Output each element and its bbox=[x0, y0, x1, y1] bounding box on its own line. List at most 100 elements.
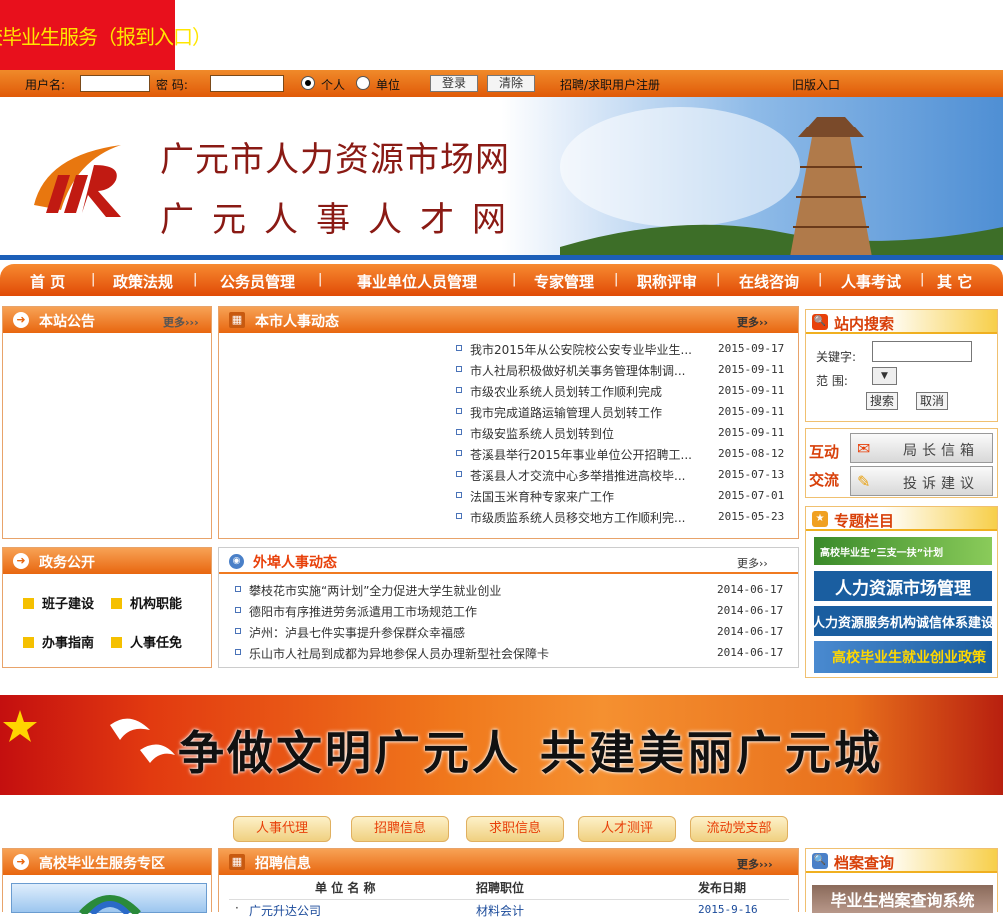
archive-panel: 🔍 档案查询 毕业生档案查询系统 bbox=[805, 848, 998, 913]
gov-item-label: 人事任免 bbox=[130, 636, 183, 651]
nav-title-review[interactable]: 职称评审 bbox=[637, 271, 697, 292]
jobs-more-link[interactable]: 更多››› bbox=[737, 856, 773, 872]
search-icon: 🔍 bbox=[812, 314, 828, 330]
register-link[interactable]: 招聘/求职用户注册 bbox=[560, 76, 660, 93]
gov-affairs-title: 政务公开 bbox=[39, 555, 95, 571]
local-news-date: 2015-09-11 bbox=[718, 384, 785, 397]
outside-news-panel: ◉ 外埠人事动态 更多›› 攀枝花市实施“两计划”全力促进大学生就业创业 2014… bbox=[218, 547, 799, 668]
local-news-title[interactable]: 法国玉米育种专家来广工作 bbox=[470, 488, 614, 505]
login-bar: 用户名: 密 码: 个人 单位 登录 清除 招聘/求职用户注册 旧版入口 bbox=[0, 70, 1003, 97]
nav-exam[interactable]: 人事考试 bbox=[841, 271, 901, 292]
cancel-button[interactable]: 取消 bbox=[916, 392, 948, 410]
outside-news-item[interactable]: 德阳市有序推进劳务派遣用工市场规范工作 2014-06-17 bbox=[235, 601, 797, 621]
circle-logo-icon bbox=[79, 895, 141, 917]
login-button[interactable]: 登录 bbox=[430, 75, 478, 92]
gov-item-team[interactable]: 班子建设 bbox=[23, 593, 94, 612]
local-news-item[interactable]: 苍溪县举行2015年事业单位公开招聘工... 2015-08-12 bbox=[456, 444, 798, 464]
archive-title: 档案查询 bbox=[834, 854, 895, 872]
outside-news-title[interactable]: 泸州：泸县七件实事提升参保群众幸福感 bbox=[249, 624, 465, 641]
gov-item-guide[interactable]: 办事指南 bbox=[23, 632, 94, 651]
range-select[interactable]: ▼ bbox=[872, 367, 897, 385]
tab-hr-agency[interactable]: 人事代理 bbox=[233, 816, 331, 842]
globe-icon: ◉ bbox=[229, 554, 244, 569]
notice-more-link[interactable]: 更多››› bbox=[163, 314, 199, 330]
local-news-title[interactable]: 市人社局积极做好机关事务管理体制调... bbox=[470, 362, 685, 379]
arrow-icon: ➜ bbox=[13, 312, 29, 328]
graduate-service-entry-banner[interactable]: 高校毕业生服务（报到入口） bbox=[0, 0, 212, 70]
table-divider bbox=[229, 899, 789, 900]
local-news-title[interactable]: 市级质监系统人员移交地方工作顺利完... bbox=[470, 509, 685, 526]
local-news-item[interactable]: 市级质监系统人员移交地方工作顺利完... 2015-05-23 bbox=[456, 507, 798, 527]
envelope-icon: ✉ bbox=[857, 439, 871, 458]
square-bullet-icon bbox=[456, 450, 462, 456]
local-news-more-link[interactable]: 更多›› bbox=[737, 314, 768, 330]
nav-separator: | bbox=[920, 272, 925, 287]
password-input[interactable] bbox=[210, 75, 284, 92]
job-unit-link[interactable]: 广元升达公司 bbox=[249, 902, 321, 919]
topic-employment-policy[interactable]: 高校毕业生就业创业政策 bbox=[814, 641, 992, 673]
old-version-link[interactable]: 旧版入口 bbox=[792, 76, 840, 93]
outside-news-item[interactable]: 泸州：泸县七件实事提升参保群众幸福感 2014-06-17 bbox=[235, 622, 797, 642]
local-news-title[interactable]: 市级安监系统人员划转到位 bbox=[470, 425, 614, 442]
password-label: 密 码: bbox=[156, 78, 188, 92]
tab-party-branch[interactable]: 流动党支部 bbox=[690, 816, 788, 842]
local-news-title[interactable]: 市级农业系统人员划转工作顺利完成 bbox=[470, 383, 662, 400]
local-news-title[interactable]: 我市2015年从公安院校公安专业毕业生... bbox=[470, 341, 692, 358]
topic-hr-market[interactable]: 人力资源市场管理 bbox=[814, 571, 992, 601]
search-button[interactable]: 搜索 bbox=[866, 392, 898, 410]
tab-job-seeking[interactable]: 求职信息 bbox=[466, 816, 564, 842]
local-news-title[interactable]: 苍溪县人才交流中心多举措推进高校毕... bbox=[470, 467, 685, 484]
archive-query-system-button[interactable]: 毕业生档案查询系统 bbox=[812, 885, 993, 913]
local-news-item[interactable]: 法国玉米育种专家来广工作 2015-07-01 bbox=[456, 486, 798, 506]
local-news-item[interactable]: 我市2015年从公安院校公安专业毕业生... 2015-09-17 bbox=[456, 339, 798, 359]
director-mailbox-button[interactable]: ✉ 局长信箱 bbox=[850, 433, 993, 463]
jobs-title: 招聘信息 bbox=[255, 856, 311, 872]
pen-icon: ✎ bbox=[857, 472, 871, 491]
tower-scenery-image bbox=[560, 107, 1003, 260]
nav-policy[interactable]: 政策法规 bbox=[113, 271, 173, 292]
local-news-item[interactable]: 苍溪县人才交流中心多举措推进高校毕... 2015-07-13 bbox=[456, 465, 798, 485]
grad-zone-image[interactable] bbox=[11, 883, 207, 917]
interact-label-1: 互动 bbox=[809, 443, 840, 461]
local-news-title[interactable]: 苍溪县举行2015年事业单位公开招聘工... bbox=[470, 446, 692, 463]
local-news-item[interactable]: 市级安监系统人员划转到位 2015-09-11 bbox=[456, 423, 798, 443]
nav-expert[interactable]: 专家管理 bbox=[534, 271, 594, 292]
keyword-input[interactable] bbox=[872, 341, 972, 362]
gov-item-functions[interactable]: 机构职能 bbox=[111, 593, 182, 612]
nav-consult[interactable]: 在线咨询 bbox=[739, 271, 799, 292]
outside-news-title[interactable]: 乐山市人社局到成都为异地参保人员办理新型社会保障卡 bbox=[249, 645, 549, 662]
topic-three-support[interactable]: 高校毕业生“三支一扶”计划 bbox=[814, 537, 992, 565]
square-bullet-icon bbox=[111, 598, 122, 609]
local-news-item[interactable]: 市人社局积极做好机关事务管理体制调... 2015-09-11 bbox=[456, 360, 798, 380]
nav-separator: | bbox=[818, 272, 823, 287]
jobs-panel: ▦ 招聘信息 更多››› 单 位 名 称 招聘职位 发布日期 · 广元升达公司 … bbox=[218, 848, 799, 918]
nav-separator: | bbox=[716, 272, 721, 287]
tab-recruitment[interactable]: 招聘信息 bbox=[351, 816, 449, 842]
topic-hr-credit[interactable]: 人力资源服务机构诚信体系建设 bbox=[812, 606, 994, 636]
clear-button[interactable]: 清除 bbox=[487, 75, 535, 92]
username-input[interactable] bbox=[80, 75, 150, 92]
local-news-item[interactable]: 我市完成道路运输管理人员划转工作 2015-09-11 bbox=[456, 402, 798, 422]
job-position-link[interactable]: 材料会计 bbox=[476, 902, 524, 919]
nav-civil-servant[interactable]: 公务员管理 bbox=[220, 271, 295, 292]
outside-news-item[interactable]: 乐山市人社局到成都为异地参保人员办理新型社会保障卡 2014-06-17 bbox=[235, 643, 797, 663]
tab-talent-assessment[interactable]: 人才测评 bbox=[578, 816, 676, 842]
square-bullet-icon bbox=[456, 387, 462, 393]
complaint-button[interactable]: ✎ 投诉建议 bbox=[850, 466, 993, 496]
outside-news-more-link[interactable]: 更多›› bbox=[737, 555, 768, 571]
gov-item-appointments[interactable]: 人事任免 bbox=[111, 632, 182, 651]
nav-other[interactable]: 其 它 bbox=[937, 271, 972, 292]
local-news-item[interactable]: 市级农业系统人员划转工作顺利完成 2015-09-11 bbox=[456, 381, 798, 401]
local-news-title[interactable]: 我市完成道路运输管理人员划转工作 bbox=[470, 404, 662, 421]
keyword-label: 关键字: bbox=[816, 350, 857, 364]
outside-news-title[interactable]: 攀枝花市实施“两计划”全力促进大学生就业创业 bbox=[249, 582, 501, 599]
radio-personal[interactable] bbox=[301, 76, 315, 90]
grad-zone-title: 高校毕业生服务专区 bbox=[39, 856, 165, 872]
square-bullet-icon bbox=[456, 471, 462, 477]
nav-institution-staff[interactable]: 事业单位人员管理 bbox=[357, 271, 477, 292]
outside-news-title[interactable]: 德阳市有序推进劳务派遣用工市场规范工作 bbox=[249, 603, 477, 620]
outside-news-item[interactable]: 攀枝花市实施“两计划”全力促进大学生就业创业 2014-06-17 bbox=[235, 580, 797, 600]
interaction-panel: 互动 交流 ✉ 局长信箱 ✎ 投诉建议 bbox=[805, 428, 998, 498]
nav-home[interactable]: 首 页 bbox=[30, 271, 65, 292]
radio-unit[interactable] bbox=[356, 76, 370, 90]
